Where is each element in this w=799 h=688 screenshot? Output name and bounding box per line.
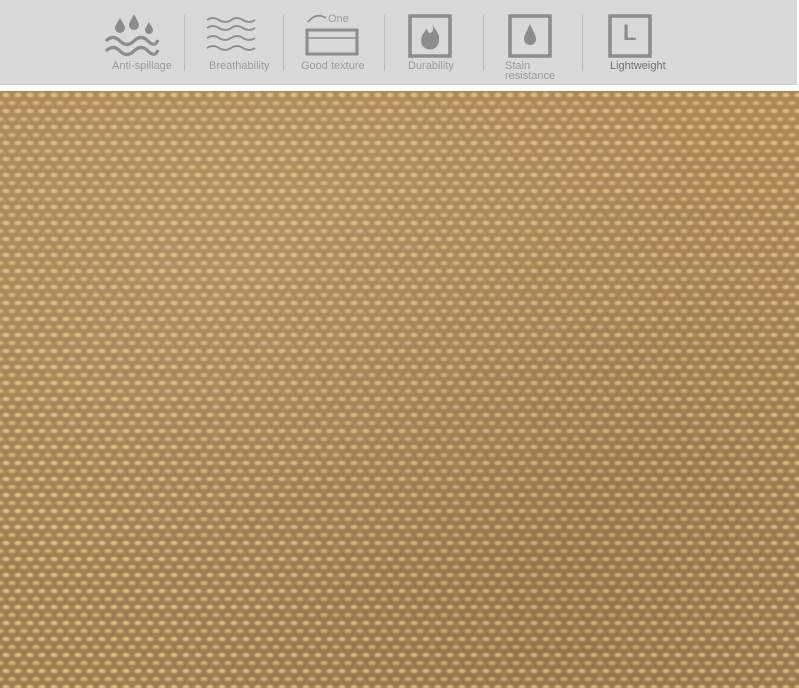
feature-banner: Anti-spillage Breathability One Good tex… [0, 0, 797, 85]
feature-durability: Durability [400, 0, 480, 84]
feature-label: Durability [408, 60, 454, 72]
feature-label: Breathability [209, 60, 270, 72]
feature-label: Anti-spillage [112, 60, 172, 72]
feature-label: Lightweight [610, 60, 666, 72]
icon-caption: One [328, 13, 349, 25]
feature-good-texture: One Good texture [298, 0, 378, 84]
water-drops-icon [104, 14, 160, 57]
drop-box-icon [508, 14, 552, 58]
feature-stain-resistance: Stain resistance [500, 0, 580, 84]
waves-icon [206, 17, 256, 51]
divider [483, 15, 484, 71]
feature-label: Good texture [301, 60, 365, 72]
divider [582, 15, 583, 71]
divider [384, 15, 385, 71]
letter-l-glyph: L [623, 20, 637, 45]
product-detail-image: Anti-spillage Breathability One Good tex… [0, 0, 799, 688]
flame-box-icon [408, 14, 452, 58]
feature-label-line2: resistance [505, 70, 556, 82]
divider [283, 15, 284, 71]
fabric-swatch-photo [0, 91, 799, 688]
feature-lightweight: L Lightweight [600, 0, 690, 84]
divider [184, 15, 185, 71]
feature-breathability: Breathability [200, 0, 280, 84]
feature-anti-spillage: Anti-spillage [100, 0, 182, 84]
